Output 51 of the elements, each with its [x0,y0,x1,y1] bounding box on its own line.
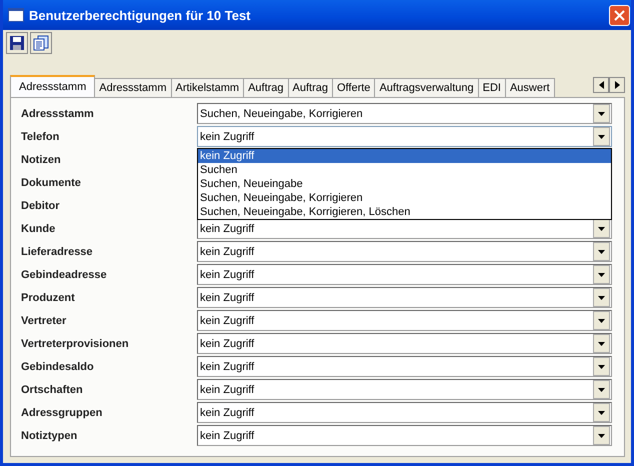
tab[interactable]: Auftragsverwaltung [374,78,479,97]
field-label: Notiztypen [21,430,78,442]
left-triangle-icon [598,81,604,89]
dropdown-field[interactable]: kein Zugriff [197,310,612,331]
field-label: Gebindesaldo [21,360,95,372]
field-label: Produzent [21,292,76,304]
field-label: Notizen [21,154,62,166]
right-triangle-icon [614,81,620,89]
close-button[interactable] [609,4,630,26]
dropdown-field[interactable]: kein Zugriff [197,425,612,446]
dropdown-field[interactable]: kein Zugriff [197,333,612,354]
document-icon[interactable] [30,32,52,54]
field-label: Vertreterprovisionen [21,338,130,350]
tab[interactable]: Artikelstamm [170,78,244,97]
dropdown-field[interactable]: kein Zugriff [197,287,612,308]
field-label: Kunde [21,222,56,234]
field-label: Ortschaften [21,384,84,396]
dropdown-field[interactable]: kein Zugriff [197,402,612,423]
field-label: Debitor [21,200,60,212]
tab[interactable]: Auftrag [243,78,289,97]
dropdown-field[interactable]: kein Zugriff [197,356,612,377]
field-label: Telefon [21,130,60,142]
window-title: Benutzerberechtigungen für 10 Test [29,8,252,22]
dropdown-field[interactable]: Suchen, Neueingabe, Korrigieren [197,103,612,124]
save-icon[interactable] [6,32,28,54]
field-label: Gebindeadresse [21,268,108,280]
tab[interactable]: Adressstamm [94,78,172,97]
field-label: Adressgruppen [21,406,104,418]
tab[interactable]: Auftrag [288,78,333,97]
dropdown-option[interactable]: kein Zugriff [198,149,611,163]
scroll-left-button[interactable] [593,77,609,93]
dropdown-option[interactable]: Suchen, Neueingabe [198,177,611,191]
tab[interactable]: Adressstamm [10,75,96,97]
dropdown-option[interactable]: Suchen, Neueingabe, Korrigieren [198,191,611,205]
dropdown-field[interactable]: kein Zugriff [197,126,612,147]
close-icon [614,10,625,20]
dropdown-option[interactable]: Suchen, Neueingabe, Korrigieren, Löschen [198,205,611,219]
field-label: Dokumente [21,176,82,188]
dropdown-field[interactable]: kein Zugriff [197,218,612,239]
scroll-right-button[interactable] [609,77,625,93]
field-label: Vertreter [21,314,68,326]
dropdown-option[interactable]: Suchen [198,163,611,177]
field-label: Lieferadresse [21,246,94,258]
window-icon [8,8,24,22]
tab[interactable]: Offerte [332,78,376,97]
dropdown-field[interactable]: kein Zugriff [197,241,612,262]
tab[interactable]: Auswert [504,78,555,97]
dropdown-field[interactable]: kein Zugriff [197,379,612,400]
field-label: Adressstamm [21,108,95,120]
dropdown-field[interactable]: kein Zugriff [197,264,612,285]
tab[interactable]: EDI [478,78,506,97]
